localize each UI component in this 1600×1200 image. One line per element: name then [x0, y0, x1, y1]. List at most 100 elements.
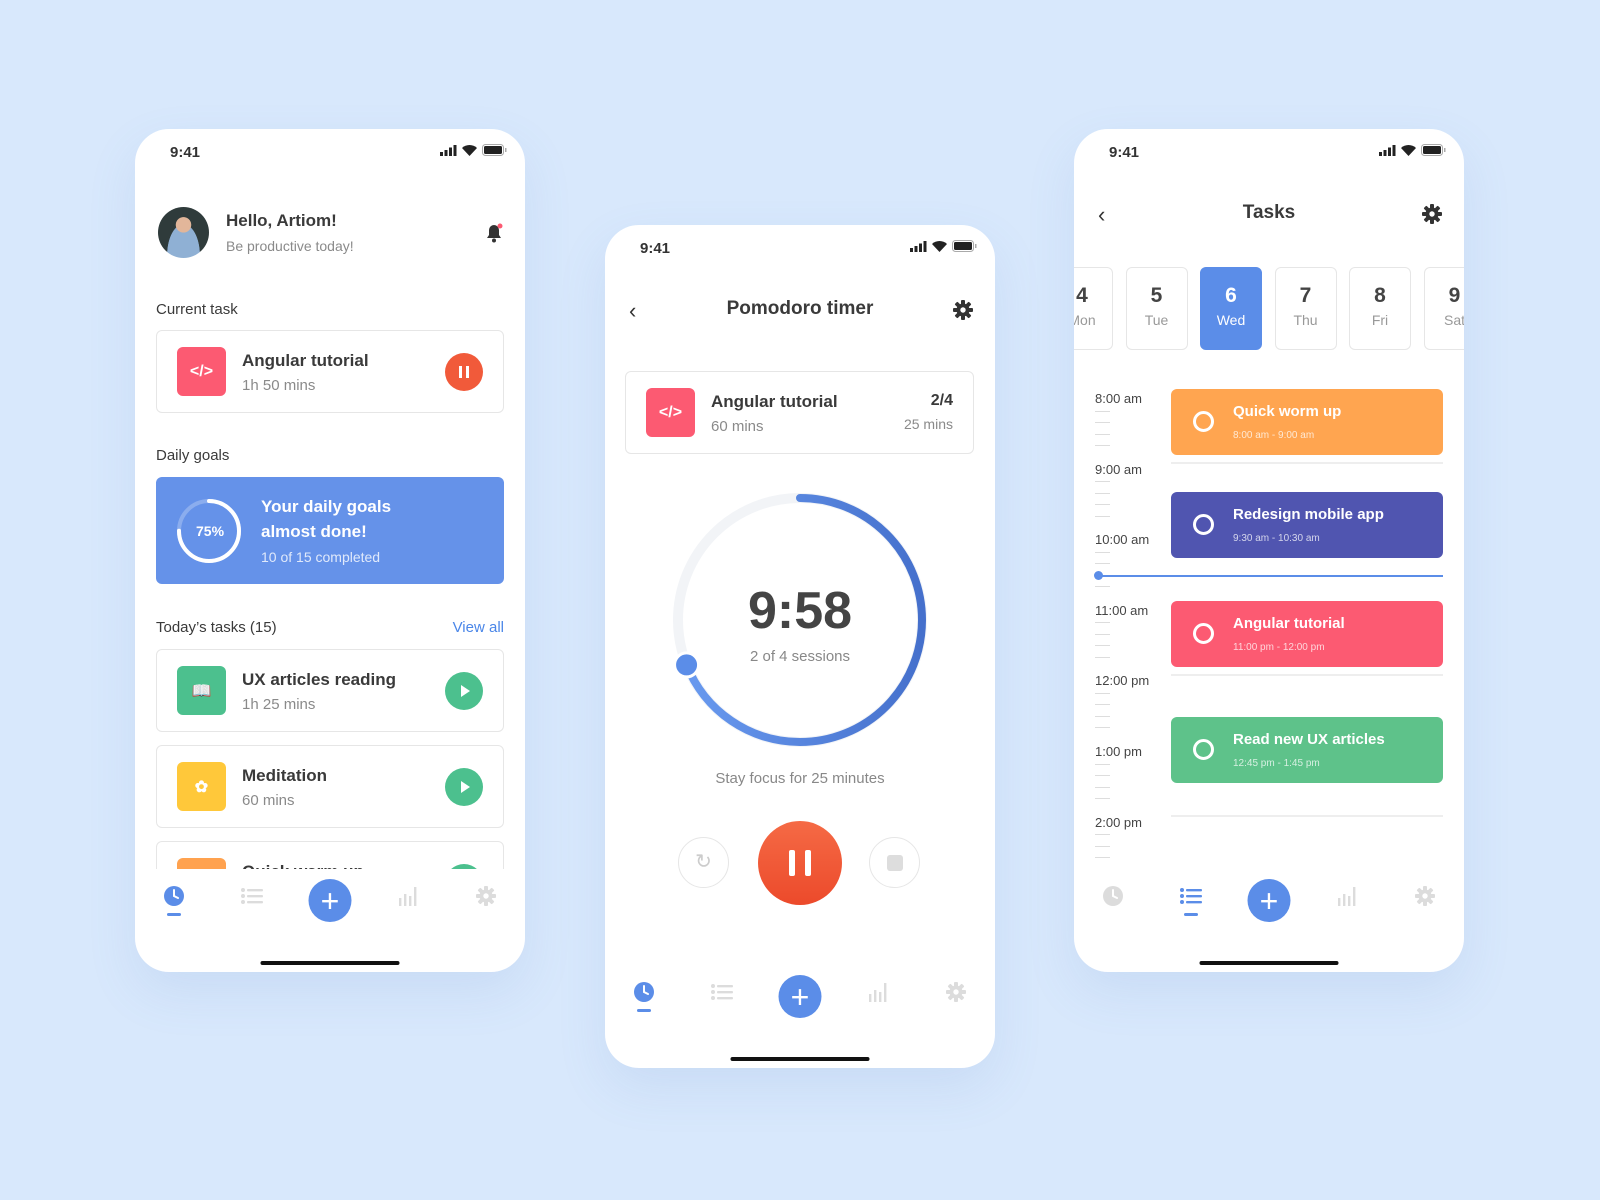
task-card[interactable]: Quick warm up: [156, 841, 504, 869]
time-tick: [1095, 515, 1110, 517]
avatar[interactable]: [158, 207, 209, 258]
pause-icon: [459, 366, 469, 378]
event-card[interactable]: Angular tutorial 11:00 pm - 12:00 pm: [1171, 601, 1443, 667]
list-icon: [1180, 887, 1202, 910]
stop-icon: [886, 854, 903, 871]
view-all-link[interactable]: View all: [453, 619, 504, 636]
event-card[interactable]: Redesign mobile app 9:30 am - 10:30 am: [1171, 492, 1443, 558]
plus-tab[interactable]: +: [1247, 879, 1291, 922]
home-indicator: [730, 1057, 870, 1061]
bell-icon[interactable]: [485, 223, 503, 248]
day-chip[interactable]: 7 Thu: [1274, 267, 1337, 350]
time-label: 2:00 pm: [1095, 814, 1142, 830]
status-icons: [910, 240, 977, 252]
event-card[interactable]: Quick worm up 8:00 am - 9:00 am: [1171, 389, 1443, 455]
time-tick: [1095, 845, 1110, 847]
pause-icon: [789, 850, 811, 876]
event-card[interactable]: Read new UX articles 12:45 pm - 1:45 pm: [1171, 717, 1443, 783]
code-icon: </>: [646, 388, 695, 437]
signal-icon: [1379, 144, 1396, 156]
stop-button[interactable]: [869, 837, 920, 888]
status-time: 9:41: [170, 144, 201, 161]
hour-separator: [1171, 674, 1443, 676]
book-icon: 📖: [177, 666, 226, 715]
task-title: Quick warm up: [242, 862, 364, 869]
day-number: 7: [1299, 284, 1312, 307]
greeting: Hello, Artiom!: [226, 211, 337, 230]
todays-tasks-label: Today’s tasks (15): [156, 619, 277, 636]
event-title: Read new UX articles: [1233, 731, 1385, 748]
time-tick: [1095, 422, 1110, 423]
day-name: Wed: [1216, 312, 1246, 328]
time-tick: [1095, 645, 1110, 647]
event-title: Angular tutorial: [1233, 615, 1345, 632]
task-title: Angular tutorial: [711, 392, 838, 411]
time-tick: [1095, 551, 1110, 553]
task-card[interactable]: ✿ Meditation 60 mins: [156, 745, 504, 828]
time-tick: [1095, 775, 1110, 776]
gear-tab[interactable]: [1410, 883, 1440, 913]
status-time: 9:41: [640, 240, 671, 257]
checkbox-circle[interactable]: [1193, 514, 1214, 535]
task-sessions: 2/4: [930, 392, 953, 409]
time-tick: [1095, 622, 1110, 624]
daily-goals-card[interactable]: 75% Your daily goals almost done! 10 of …: [156, 477, 504, 584]
clock-icon: [1102, 885, 1124, 912]
goals-line2: almost done!: [261, 522, 367, 541]
day-name: Fri: [1371, 312, 1389, 328]
list-tab[interactable]: [237, 883, 267, 913]
settings-gear-icon[interactable]: [1422, 204, 1442, 229]
settings-gear-icon[interactable]: [953, 300, 973, 325]
checkbox-circle[interactable]: [1193, 739, 1214, 760]
pause-button[interactable]: [758, 821, 842, 905]
chart-icon: [1337, 886, 1357, 911]
time-tick: [1095, 656, 1110, 658]
play-button[interactable]: [445, 864, 483, 869]
checkbox-circle[interactable]: [1193, 411, 1214, 432]
chart-tab[interactable]: [863, 979, 893, 1009]
play-button[interactable]: [445, 768, 483, 806]
day-chip[interactable]: 6 Wed: [1200, 267, 1262, 350]
time-tick: [1095, 704, 1110, 706]
task-title: Meditation: [242, 766, 327, 785]
play-button[interactable]: [445, 672, 483, 710]
clock-tab[interactable]: [1098, 883, 1128, 913]
chart-tab[interactable]: [1332, 883, 1362, 913]
current-time-line: [1095, 575, 1443, 577]
gear-tab[interactable]: [471, 883, 501, 913]
day-chip[interactable]: 8 Fri: [1349, 267, 1411, 350]
status-icons: [440, 144, 507, 156]
task-card[interactable]: 📖 UX articles reading 1h 25 mins: [156, 649, 504, 732]
gear-icon: [476, 885, 496, 911]
gear-tab[interactable]: [941, 979, 971, 1009]
timer-task-card[interactable]: </> Angular tutorial 60 mins 2/4 25 mins: [625, 371, 974, 454]
page-title: Pomodoro timer: [726, 298, 874, 319]
day-chip[interactable]: 9 Sat: [1423, 267, 1464, 350]
clock-tab[interactable]: [629, 979, 659, 1009]
plus-tab[interactable]: +: [308, 879, 352, 922]
pause-button[interactable]: [445, 353, 483, 391]
task-title: UX articles reading: [242, 670, 397, 689]
status-time: 9:41: [1109, 144, 1140, 161]
battery-icon: [952, 240, 977, 252]
event-time: 12:45 pm - 1:45 pm: [1233, 758, 1320, 769]
restart-button[interactable]: ↻: [678, 837, 729, 888]
plus-tab[interactable]: +: [778, 975, 822, 1018]
day-chip[interactable]: 5 Tue: [1125, 267, 1188, 350]
time-tick: [1095, 798, 1110, 799]
timer-time: 9:58: [747, 582, 853, 640]
chart-tab[interactable]: [393, 883, 423, 913]
time-tick: [1095, 433, 1110, 435]
event-title: Quick worm up: [1233, 403, 1342, 420]
time-label: 11:00 am: [1095, 602, 1149, 618]
checkbox-circle[interactable]: [1193, 623, 1214, 644]
list-tab[interactable]: [707, 979, 737, 1009]
clock-tab[interactable]: [159, 883, 189, 913]
day-chip[interactable]: 4 Mon: [1074, 267, 1113, 350]
battery-icon: [1421, 144, 1446, 156]
time-tick: [1095, 445, 1110, 446]
current-task-card[interactable]: </> Angular tutorial 1h 50 mins: [156, 330, 504, 413]
home-screen: 9:41 Hello, Artiom! Be productive today!…: [135, 129, 525, 972]
list-tab[interactable]: [1176, 883, 1206, 913]
task-duration: 60 mins: [711, 418, 764, 435]
